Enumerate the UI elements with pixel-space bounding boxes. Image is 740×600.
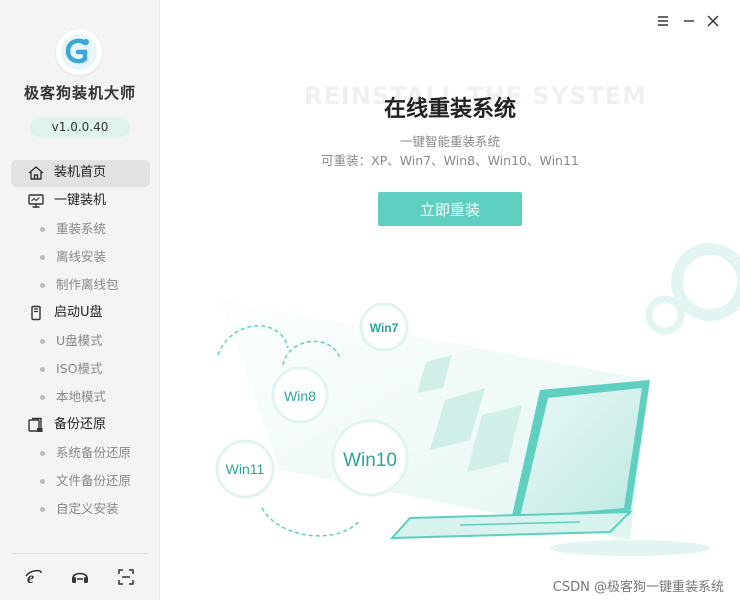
greyhound-logo-icon <box>56 29 102 75</box>
bullet-dot <box>40 367 45 372</box>
fullscreen-icon[interactable] <box>116 568 136 586</box>
minimize-icon[interactable] <box>680 12 698 30</box>
bullet-dot <box>40 395 45 400</box>
sidebar-subitem-label: 离线安装 <box>56 249 107 264</box>
sidebar-subitem-label: 重装系统 <box>56 221 107 236</box>
sidebar-subitem-usb-mode[interactable]: U盘模式 <box>0 327 160 355</box>
sidebar-item-boot-usb[interactable]: 启动U盘 <box>0 299 160 327</box>
bullet-dot <box>40 507 45 512</box>
sidebar-subitem-custom-install[interactable]: 自定义安装 <box>0 495 160 523</box>
bullet-dot <box>40 339 45 344</box>
sidebar-subitem-offline-install[interactable]: 离线安装 <box>0 243 160 271</box>
usb-drive-icon <box>31 305 41 321</box>
bubble-label: Win7 <box>370 321 399 335</box>
monitor-icon <box>28 194 44 208</box>
page-subtitle: 一键智能重装系统 <box>399 134 500 149</box>
sidebar-subitem-label: 文件备份还原 <box>56 473 132 488</box>
sidebar: 极客狗装机大师 v1.0.0.40 装机首页 一键装机 重装系统 离线安装 制作… <box>0 0 160 600</box>
sidebar-subitem-system-backup-restore[interactable]: 系统备份还原 <box>0 439 160 467</box>
sidebar-item-label: 启动U盘 <box>54 305 103 320</box>
sidebar-footer: e <box>12 553 148 586</box>
supported-systems: 可重装：XP、Win7、Win8、Win10、Win11 <box>321 153 579 168</box>
version-badge: v1.0.0.40 <box>30 117 130 138</box>
bubble-win10: Win10 <box>331 419 409 497</box>
bullet-dot <box>40 255 45 260</box>
bubble-win7: Win7 <box>359 302 409 352</box>
sidebar-item-label: 一键装机 <box>54 193 107 208</box>
sidebar-subitem-iso-mode[interactable]: ISO模式 <box>0 355 160 383</box>
sidebar-subitem-local-mode[interactable]: 本地模式 <box>0 383 160 411</box>
bullet-dot <box>40 479 45 484</box>
home-icon <box>28 166 44 180</box>
sidebar-item-label: 备份还原 <box>54 417 107 432</box>
reinstall-now-button[interactable]: 立即重装 <box>378 192 522 226</box>
sidebar-subitem-label: U盘模式 <box>56 333 103 348</box>
bubble-win11: Win11 <box>215 439 275 499</box>
sidebar-subitem-label: 制作离线包 <box>56 277 119 292</box>
bubble-label: Win8 <box>284 388 316 404</box>
sidebar-item-label: 装机首页 <box>54 165 107 180</box>
page-title: 在线重装系统 <box>383 97 516 122</box>
sidebar-subitem-label: 本地模式 <box>56 389 107 404</box>
bubble-label: Win11 <box>226 461 265 477</box>
sidebar-item-backup-restore[interactable]: 备份还原 <box>0 411 160 439</box>
sidebar-subitem-make-offline-package[interactable]: 制作离线包 <box>0 271 160 299</box>
watermark-credit: CSDN @极客狗一键重装系统 <box>552 580 724 595</box>
sidebar-item-one-click-install[interactable]: 一键装机 <box>0 187 160 215</box>
sidebar-subitem-file-backup-restore[interactable]: 文件备份还原 <box>0 467 160 495</box>
headset-support-icon[interactable] <box>70 568 90 586</box>
sidebar-nav: 装机首页 一键装机 重装系统 离线安装 制作离线包 启动U盘 U盘模式 ISO模… <box>0 159 160 523</box>
laptop-illustration: Win7 Win8 Win10 Win11 <box>215 243 740 556</box>
sidebar-subitem-label: 系统备份还原 <box>56 445 132 460</box>
sidebar-subitem-label: 自定义安装 <box>56 501 119 516</box>
bullet-dot <box>40 227 45 232</box>
bubble-win8: Win8 <box>271 366 329 424</box>
bullet-dot <box>40 451 45 456</box>
app-name: 极客狗装机大师 <box>23 84 136 102</box>
ie-browser-icon[interactable]: e <box>24 568 44 586</box>
close-icon[interactable] <box>704 12 722 30</box>
sidebar-item-home[interactable]: 装机首页 <box>0 159 160 187</box>
menu-icon[interactable] <box>654 12 672 30</box>
sidebar-subitem-reinstall-system[interactable]: 重装系统 <box>0 215 160 243</box>
bullet-dot <box>40 283 45 288</box>
bubble-label: Win10 <box>343 450 397 471</box>
sidebar-subitem-label: ISO模式 <box>56 361 103 376</box>
backup-restore-icon <box>28 417 43 432</box>
